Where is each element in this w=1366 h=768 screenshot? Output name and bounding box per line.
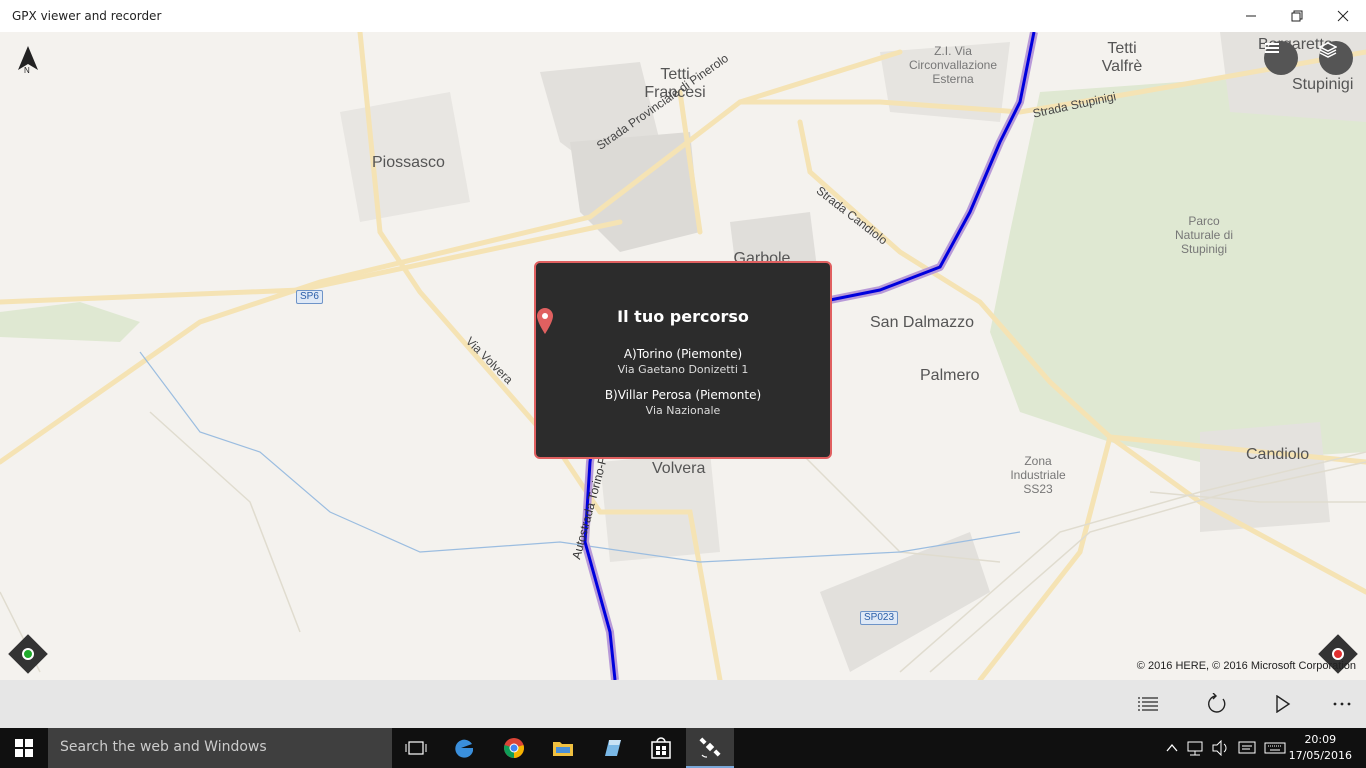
file-explorer-button[interactable] [539,728,587,768]
folder-icon [553,742,573,756]
taskbar: Search the web and Windows 20:09 17/05/2… [0,728,1366,768]
map-label-area: Zona Industriale SS23 [1010,454,1066,496]
gpx-app-button[interactable] [686,728,734,768]
chevron-up-icon[interactable] [1166,742,1178,754]
start-button[interactable] [0,728,48,768]
window-title: GPX viewer and recorder [12,9,162,23]
road-shield: SP023 [860,611,899,625]
ellipsis-icon [1333,702,1351,706]
edge-button[interactable] [441,728,489,768]
more-options-button[interactable] [1318,680,1366,728]
play-icon [1276,695,1291,713]
search-placeholder: Search the web and Windows [60,739,267,755]
start-point-icon [22,648,34,660]
map-label-town: Palmero [920,367,980,384]
restore-button[interactable] [1274,0,1320,32]
notifications-icon[interactable] [1238,740,1256,756]
windows-logo-icon [15,739,33,757]
list-icon [1138,697,1158,711]
map-label-town: Tetti Valfrè [1101,40,1143,75]
route-start-address: Via Gaetano Donizetti 1 [617,363,749,376]
layers-button[interactable] [1319,41,1353,75]
layers-icon [1319,42,1337,58]
refresh-button[interactable] [1192,680,1240,728]
map-pin-icon [537,308,553,334]
record-icon [1332,648,1344,660]
route-end-address: Via Nazionale [645,404,721,417]
edge-icon [455,739,473,758]
satellite-icon [699,737,721,758]
store-icon [651,737,671,759]
store-button[interactable] [637,728,685,768]
map-label-town: Candiolo [1246,446,1310,463]
road-shield: SP6 [296,290,323,304]
task-view-button[interactable] [392,728,440,768]
paint-app-icon [605,740,621,756]
minimize-icon [1246,15,1256,17]
map-label-town: San Dalmazzo [870,314,975,331]
route-info-popup: Il tuo percorso A)Torino (Piemonte) Via … [534,261,832,459]
taskbar-search[interactable]: Search the web and Windows [48,728,392,768]
clock-date: 17/05/2016 [1288,749,1352,762]
popup-title: Il tuo percorso [536,307,830,334]
compass-button[interactable]: N [14,44,42,78]
command-bar [0,680,1366,728]
restore-icon [1291,10,1303,22]
minimize-button[interactable] [1228,0,1274,32]
chrome-icon [504,738,524,758]
map-label-area: Parco Naturale di Stupinigi [1174,214,1234,256]
hamburger-icon [1265,43,1279,53]
map-view[interactable]: N Tetti Francesi Tetti Valfrè Borgaretto… [0,32,1366,680]
map-label-town: Volvera [652,460,706,477]
refresh-icon [1208,693,1226,713]
clock-time: 20:09 [1304,733,1337,746]
taskbar-clock[interactable]: 20:09 17/05/2016 [1289,732,1352,764]
menu-button[interactable] [1264,41,1298,75]
compass-label: N [24,66,30,75]
map-label-town: Piossasco [372,154,445,171]
start-point-button[interactable] [8,634,48,674]
route-end-label: B)Villar Perosa (Piemonte) [604,388,762,402]
title-bar: GPX viewer and recorder [0,0,1366,32]
list-button[interactable] [1124,680,1172,728]
task-view-icon [405,741,427,755]
map-label-area: Z.I. Via Circonvallazione Esterna [908,44,998,86]
app-button[interactable] [588,728,636,768]
volume-icon[interactable] [1212,740,1230,756]
chrome-button[interactable] [490,728,538,768]
play-button[interactable] [1259,680,1307,728]
close-button[interactable] [1320,0,1366,32]
map-copyright: © 2016 HERE, © 2016 Microsoft Corporatio… [1136,660,1356,672]
route-start-label: A)Torino (Piemonte) [623,347,743,361]
network-icon[interactable] [1186,740,1204,756]
keyboard-icon[interactable] [1264,741,1286,755]
map-label-town: Stupinigi [1292,76,1354,93]
close-icon [1337,10,1349,22]
